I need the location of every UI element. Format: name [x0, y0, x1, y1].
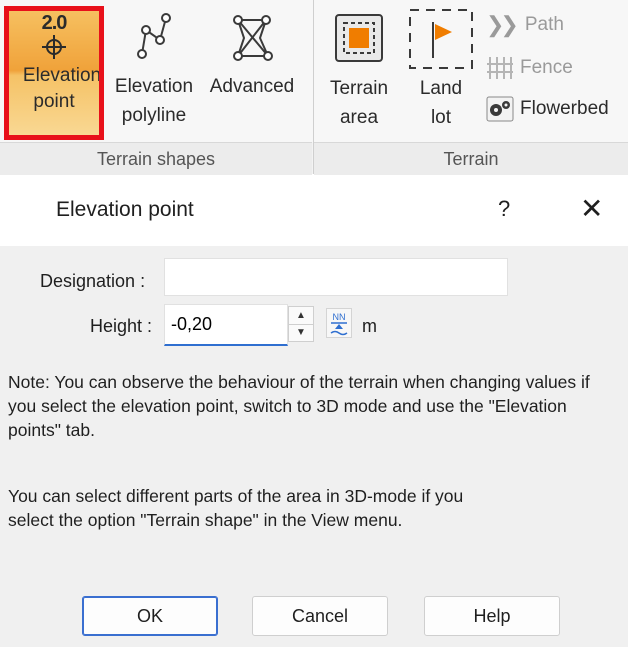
fence-button[interactable]: Fence	[486, 55, 573, 81]
ribbon-toolbar: 2.0 Elevation point Elevation polyline A…	[0, 0, 628, 175]
path-button[interactable]: ❯❯ Path	[486, 12, 564, 38]
height-unit: m	[362, 316, 377, 336]
crosshair-icon	[42, 35, 66, 59]
sea-level-nn-icon: NN	[330, 312, 348, 336]
elevation-polyline-label-1: Elevation	[114, 76, 194, 97]
sea-level-button[interactable]: NN	[326, 308, 352, 338]
fence-icon	[487, 57, 513, 79]
dialog-title: Elevation point	[56, 198, 194, 221]
ok-button[interactable]: OK	[82, 596, 218, 636]
elevation-point-icon-text: 2.0	[41, 12, 68, 34]
path-label: Path	[524, 14, 564, 35]
flowerbed-gears-icon	[486, 96, 514, 122]
spin-down-icon[interactable]: ▼	[289, 324, 313, 341]
height-label: Height :	[90, 316, 153, 336]
land-lot-button[interactable]: Land lot	[404, 4, 478, 132]
land-lot-flag-icon	[409, 9, 473, 69]
help-button[interactable]: Help	[424, 596, 560, 636]
fence-label: Fence	[520, 57, 573, 78]
close-icon[interactable]: ✕	[580, 192, 603, 225]
terrain-area-label-2: area	[339, 107, 379, 128]
group-title-terrain: Terrain	[314, 142, 628, 175]
group-title-terrain-shapes: Terrain shapes	[0, 142, 312, 175]
help-icon[interactable]: ?	[498, 196, 510, 222]
elevation-point-label-1: Elevation	[22, 65, 102, 86]
land-lot-label-1: Land	[419, 78, 463, 99]
advanced-button[interactable]: Advanced	[204, 10, 300, 101]
flowerbed-label: Flowerbed	[520, 98, 609, 119]
elevation-point-button[interactable]: 2.0 Elevation point	[4, 6, 104, 140]
flowerbed-button[interactable]: Flowerbed	[486, 96, 609, 122]
path-icon: ❯❯	[486, 12, 519, 37]
dialog-titlebar: Elevation point ? ✕	[0, 178, 628, 246]
nn-icon-text: NN	[333, 312, 346, 322]
polyline-icon	[137, 13, 171, 59]
cancel-button[interactable]: Cancel	[252, 596, 388, 636]
elevation-point-label-2: point	[33, 91, 75, 112]
height-input[interactable]	[164, 304, 288, 346]
advanced-shape-icon	[233, 15, 273, 61]
elevation-point-dialog: Elevation point ? ✕ Designation : Height…	[0, 178, 628, 647]
designation-label: Designation :	[40, 271, 146, 291]
land-lot-label-2: lot	[430, 107, 452, 128]
terrain-area-button[interactable]: Terrain area	[318, 10, 400, 132]
designation-input[interactable]	[164, 258, 508, 296]
elevation-polyline-label-2: polyline	[121, 105, 187, 126]
note-text-2: You can select different parts of the ar…	[8, 486, 464, 530]
elevation-polyline-button[interactable]: Elevation polyline	[106, 10, 202, 130]
terrain-area-label-1: Terrain	[329, 78, 389, 99]
terrain-area-icon	[335, 14, 383, 62]
note-text-1: Note: You can observe the behaviour of t…	[8, 372, 590, 440]
height-spinner[interactable]: ▲ ▼	[288, 306, 314, 342]
spin-up-icon[interactable]: ▲	[289, 307, 313, 325]
advanced-label: Advanced	[209, 76, 295, 97]
